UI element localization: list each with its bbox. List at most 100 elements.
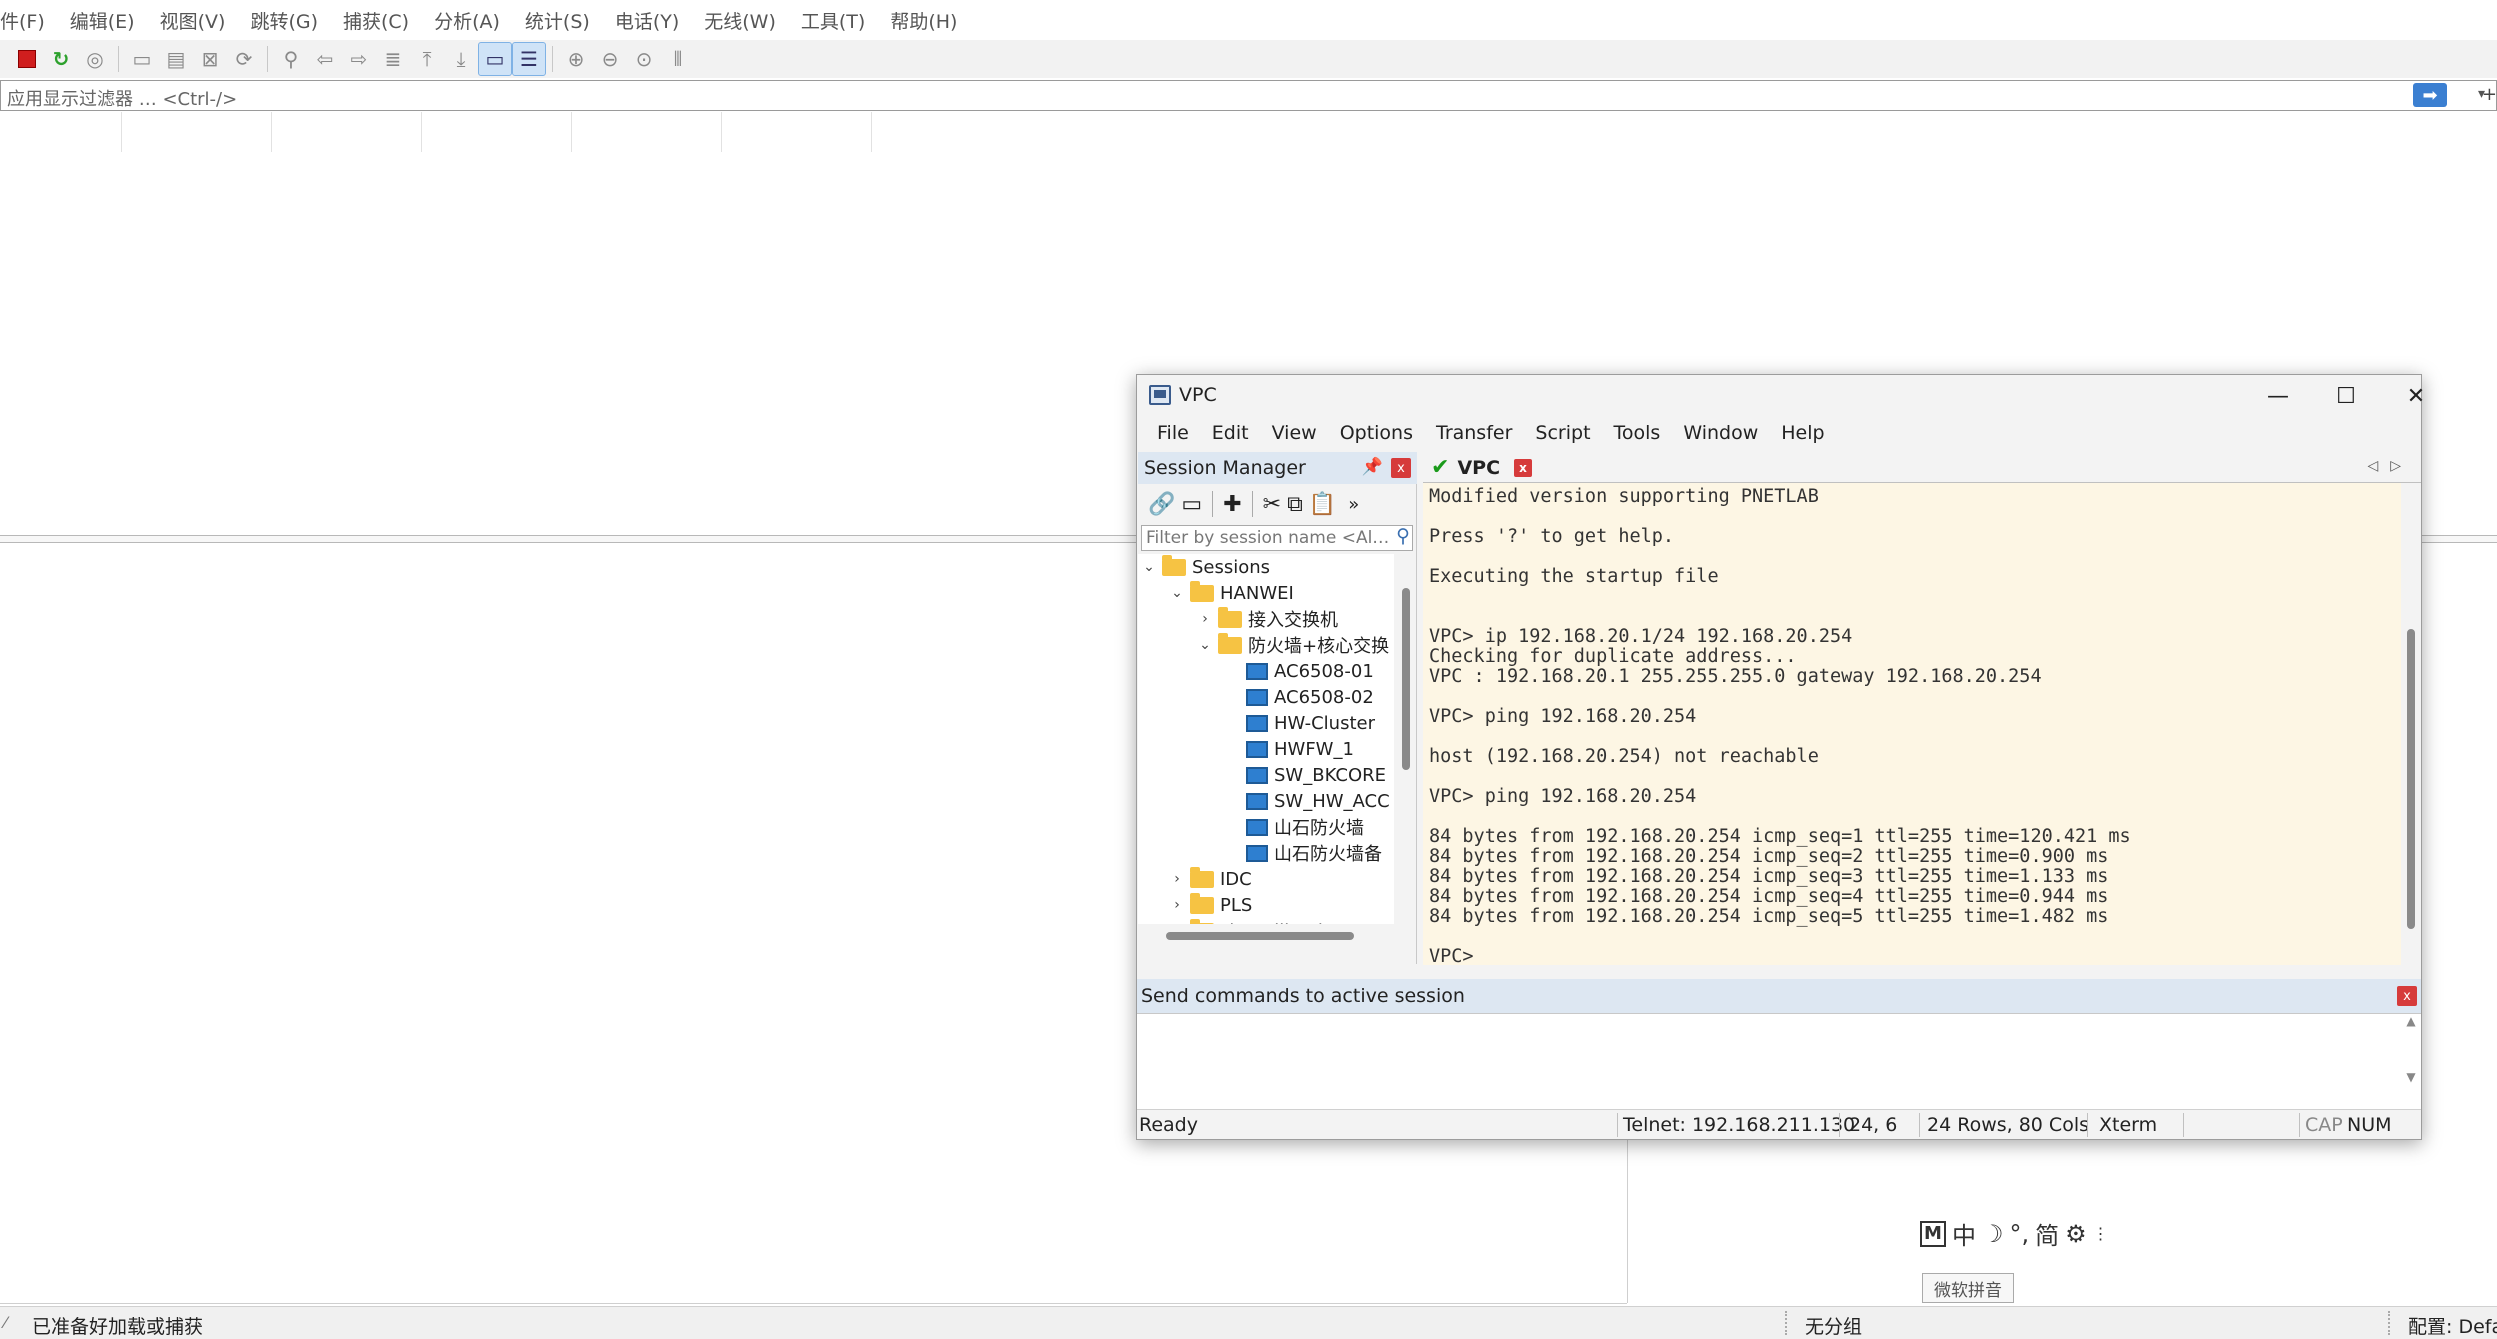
tree-item-access-switch[interactable]: › 接入交换机 bbox=[1196, 606, 1338, 632]
zoom-reset-icon[interactable]: ⊙ bbox=[627, 42, 661, 76]
menu-file[interactable]: 件(F) bbox=[0, 7, 59, 34]
tree-item-session[interactable]: HW-Cluster bbox=[1246, 710, 1375, 736]
save-file-icon[interactable]: ▤ bbox=[159, 42, 193, 76]
menu-edit[interactable]: Edit bbox=[1212, 422, 1249, 444]
tree-item-session[interactable]: HWFW_1 bbox=[1246, 736, 1354, 762]
tree-item-hanwei[interactable]: ⌄ HANWEI bbox=[1168, 580, 1294, 606]
zoom-in-icon[interactable]: ⊕ bbox=[559, 42, 593, 76]
ime-more-icon[interactable]: ⋮ bbox=[2093, 1224, 2109, 1243]
menu-wireless[interactable]: 无线(W) bbox=[693, 7, 790, 34]
column-header[interactable] bbox=[572, 112, 722, 152]
column-header[interactable] bbox=[722, 112, 872, 152]
close-icon[interactable]: x bbox=[2397, 986, 2417, 1006]
ime-mode-button[interactable]: M bbox=[1920, 1220, 1946, 1247]
session-filter-input[interactable]: Filter by session name <Al… ⚲ bbox=[1141, 525, 1413, 551]
ime-fullwidth-icon[interactable]: 中 bbox=[1952, 1216, 1976, 1251]
cut-icon[interactable]: ✂ bbox=[1263, 492, 1281, 517]
tree-item-session[interactable]: 山石防火墙 bbox=[1246, 814, 1364, 840]
display-filter-input[interactable]: 应用显示过滤器 … <Ctrl-/> bbox=[0, 80, 2497, 111]
close-file-icon[interactable]: ⊠ bbox=[193, 42, 227, 76]
open-file-icon[interactable]: ▭ bbox=[125, 42, 159, 76]
chevron-right-icon[interactable]: › bbox=[1196, 611, 1214, 627]
colorize-icon[interactable]: ☰ bbox=[512, 42, 546, 76]
autoscroll-icon[interactable]: ▭ bbox=[478, 42, 512, 76]
first-packet-icon[interactable]: ⤒ bbox=[410, 42, 444, 76]
search-icon[interactable]: ⚲ bbox=[1396, 526, 1410, 547]
copy-icon[interactable]: ⧉ bbox=[1287, 492, 1303, 517]
minimize-icon[interactable]: — bbox=[2245, 379, 2311, 413]
connect-link-icon[interactable]: 🔗 bbox=[1148, 492, 1175, 517]
menu-window[interactable]: Window bbox=[1683, 422, 1758, 444]
tab-vpc[interactable]: ✔ VPC x bbox=[1423, 452, 1533, 483]
column-header[interactable] bbox=[272, 112, 422, 152]
menu-help[interactable]: 帮助(H) bbox=[879, 7, 971, 34]
status-profile-text[interactable]: 配置: Defa bbox=[2408, 1312, 2497, 1339]
close-icon[interactable]: x bbox=[1391, 458, 1411, 478]
tree-item-pls[interactable]: › PLS bbox=[1168, 892, 1252, 918]
go-forward-icon[interactable]: ⇨ bbox=[342, 42, 376, 76]
menu-analyze[interactable]: 分析(A) bbox=[423, 7, 514, 34]
column-header[interactable] bbox=[422, 112, 572, 152]
apply-filter-arrow-icon[interactable]: ➡ bbox=[2413, 83, 2447, 107]
maximize-icon[interactable]: ☐ bbox=[2313, 379, 2379, 413]
tree-item-idc[interactable]: › IDC bbox=[1168, 866, 1252, 892]
go-back-icon[interactable]: ⇦ bbox=[308, 42, 342, 76]
overflow-chevron-icon[interactable]: » bbox=[1348, 494, 1359, 515]
tree-item-session[interactable]: SW_HW_ACC bbox=[1246, 788, 1390, 814]
go-to-packet-icon[interactable]: ≣ bbox=[376, 42, 410, 76]
find-packet-icon[interactable]: ⚲ bbox=[274, 42, 308, 76]
add-filter-button-icon[interactable]: + bbox=[2482, 84, 2497, 105]
menu-statistics[interactable]: 统计(S) bbox=[514, 7, 604, 34]
menu-script[interactable]: Script bbox=[1535, 422, 1590, 444]
zoom-out-icon[interactable]: ⊖ bbox=[593, 42, 627, 76]
menu-telephony[interactable]: 电话(Y) bbox=[604, 7, 693, 34]
restart-capture-icon[interactable]: ↻ bbox=[44, 42, 78, 76]
chevron-down-icon[interactable]: ⌄ bbox=[1140, 559, 1158, 575]
menu-view[interactable]: 视图(V) bbox=[149, 7, 240, 34]
chevron-right-icon[interactable]: › bbox=[1168, 871, 1186, 887]
gear-icon[interactable]: ⚙ bbox=[2065, 1220, 2087, 1248]
menu-transfer[interactable]: Transfer bbox=[1436, 422, 1512, 444]
tree-item-session[interactable]: AC6508-02 bbox=[1246, 684, 1374, 710]
close-icon[interactable]: ✕ bbox=[2383, 379, 2449, 413]
ime-punctuation-button[interactable]: °, bbox=[2010, 1220, 2030, 1248]
column-header[interactable] bbox=[0, 112, 122, 152]
chevron-down-icon[interactable]: ⌄ bbox=[1168, 585, 1186, 601]
tree-item-session[interactable]: SW_BKCORE bbox=[1246, 762, 1386, 788]
window-titlebar[interactable]: VPC — ☐ ✕ bbox=[1137, 375, 2425, 417]
menu-file[interactable]: File bbox=[1157, 422, 1189, 444]
menu-tools[interactable]: Tools bbox=[1614, 422, 1661, 444]
last-packet-icon[interactable]: ⤓ bbox=[444, 42, 478, 76]
ime-simplified-button[interactable]: 简 bbox=[2035, 1216, 2059, 1251]
chevron-right-icon[interactable]: › bbox=[1168, 897, 1186, 913]
ime-moon-icon[interactable]: ☽ bbox=[1982, 1220, 2004, 1248]
capture-options-icon[interactable]: ◎ bbox=[78, 42, 112, 76]
reload-file-icon[interactable]: ⟳ bbox=[227, 42, 261, 76]
stop-capture-icon[interactable] bbox=[10, 42, 44, 76]
menu-tools[interactable]: 工具(T) bbox=[790, 7, 879, 34]
chevron-down-icon[interactable]: ⌄ bbox=[1196, 637, 1214, 653]
command-input[interactable]: ▲ ▼ bbox=[1137, 1013, 2421, 1109]
tab-scroll-arrows-icon[interactable]: ◁▷ bbox=[2367, 458, 2413, 474]
terminal-output[interactable]: Modified version supporting PNETLAB Press… bbox=[1423, 483, 2401, 965]
tree-horizontal-scrollbar[interactable] bbox=[1138, 926, 1394, 944]
menu-options[interactable]: Options bbox=[1340, 422, 1413, 444]
tree-item-session[interactable]: 山石防火墙备 bbox=[1246, 840, 1382, 866]
column-header[interactable] bbox=[122, 112, 272, 152]
menu-go[interactable]: 跳转(G) bbox=[239, 7, 332, 34]
close-tab-icon[interactable]: x bbox=[1514, 458, 1533, 477]
terminal-scrollbar[interactable] bbox=[2401, 483, 2421, 965]
pin-icon[interactable]: 📌 bbox=[1362, 457, 1383, 477]
command-scrollbar[interactable]: ▲ ▼ bbox=[2401, 1014, 2421, 1110]
tree-item-shunyijiamin[interactable]: › shunyijiamin bbox=[1168, 918, 1334, 924]
menu-help[interactable]: Help bbox=[1781, 422, 1824, 444]
resize-columns-icon[interactable]: ⫴ bbox=[661, 42, 695, 76]
menu-view[interactable]: View bbox=[1272, 422, 1317, 444]
menu-edit[interactable]: 编辑(E) bbox=[59, 7, 149, 34]
expert-info-icon[interactable]: ⁄ bbox=[4, 1313, 7, 1332]
chevron-right-icon[interactable]: › bbox=[1168, 923, 1186, 924]
add-session-icon[interactable]: ✚ bbox=[1223, 492, 1241, 517]
tree-item-firewall-core[interactable]: ⌄ 防火墙+核心交换 bbox=[1196, 632, 1389, 658]
tree-item-sessions[interactable]: ⌄ Sessions bbox=[1140, 554, 1270, 580]
new-tab-icon[interactable]: ▭ bbox=[1181, 492, 1202, 517]
